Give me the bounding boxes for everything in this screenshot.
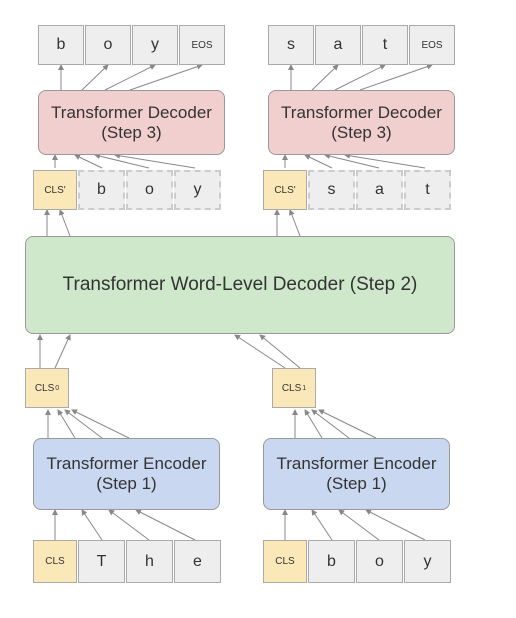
output-token: a [315,25,361,65]
transformer-encoder-left: Transformer Encoder (Step 1) [33,438,220,510]
cls-prime-token: CLS' [263,170,307,210]
input-token: o [356,540,403,583]
cls-sub-label: CLS [282,383,301,394]
decoder-input-token: t [404,170,451,210]
input-cls-token: CLS [263,540,307,583]
output-token: o [85,25,131,65]
decoder-input-token: b [78,170,125,210]
input-token: y [404,540,451,583]
input-token: T [78,540,125,583]
cls-sub-index: 1 [302,385,306,392]
cls-sub-label: CLS [35,383,54,394]
input-token: b [308,540,355,583]
transformer-encoder-right: Transformer Encoder (Step 1) [263,438,450,510]
transformer-decoder-step3-left: Transformer Decoder (Step 3) [38,90,225,155]
decoder-input-token: a [356,170,403,210]
output-token-eos: EOS [409,25,455,65]
output-token: y [132,25,178,65]
cls-prime-token: CLS' [33,170,77,210]
transformer-word-level-decoder: Transformer Word-Level Decoder (Step 2) [25,236,455,334]
cls-sub-token-right: CLS1 [272,368,316,408]
decoder-input-token: s [308,170,355,210]
output-token: b [38,25,84,65]
cls-sub-index: 0 [55,385,59,392]
output-token-eos: EOS [179,25,225,65]
input-token: e [174,540,221,583]
diagram-root: b o y EOS s a t EOS Transformer Decoder … [0,0,516,618]
transformer-decoder-step3-right: Transformer Decoder (Step 3) [268,90,455,155]
decoder-input-token: o [126,170,173,210]
output-token: s [268,25,314,65]
input-cls-token: CLS [33,540,77,583]
output-token: t [362,25,408,65]
cls-sub-token-left: CLS0 [25,368,69,408]
decoder-input-token: y [174,170,221,210]
input-token: h [126,540,173,583]
